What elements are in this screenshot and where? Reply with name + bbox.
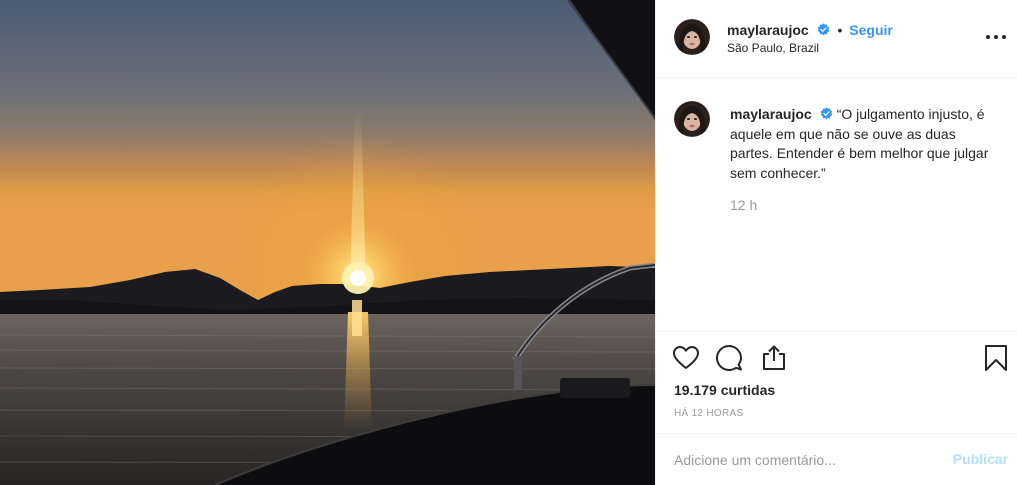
- publish-button[interactable]: Publicar: [953, 451, 1008, 467]
- location-link[interactable]: São Paulo, Brazil: [727, 41, 819, 55]
- bookmark-icon[interactable]: [982, 344, 1010, 372]
- sunset-lake-image: [0, 0, 655, 485]
- post-timestamp[interactable]: HÁ 12 HORAS: [674, 408, 743, 419]
- caption-username-link[interactable]: maylaraujoc: [730, 106, 812, 122]
- comment-input[interactable]: [674, 449, 934, 471]
- username-link[interactable]: maylaraujoc: [727, 22, 809, 38]
- likes-count[interactable]: 19.179 curtidas: [674, 382, 775, 398]
- more-horizontal-icon[interactable]: [986, 30, 1008, 44]
- caption-timestamp[interactable]: 12 h: [730, 197, 757, 213]
- avatar[interactable]: [674, 19, 710, 55]
- verified-badge-icon: [820, 107, 832, 120]
- post-header: maylaraujoc • Seguir São Paulo, Brazil: [656, 0, 1017, 78]
- caption-area: maylaraujoc “O julgamento injusto, é aqu…: [656, 79, 1017, 331]
- instagram-post-modal: maylaraujoc • Seguir São Paulo, Brazil m…: [0, 0, 1017, 485]
- caption-text: maylaraujoc “O julgamento injusto, é aqu…: [730, 105, 1000, 183]
- follow-button[interactable]: Seguir: [849, 22, 893, 38]
- avatar[interactable]: [674, 101, 710, 137]
- share-icon[interactable]: [760, 344, 788, 372]
- heart-icon[interactable]: [672, 344, 700, 372]
- verified-badge-icon: [817, 23, 829, 36]
- post-photo[interactable]: [0, 0, 655, 485]
- comment-icon[interactable]: [715, 344, 743, 372]
- post-details-panel: maylaraujoc • Seguir São Paulo, Brazil m…: [655, 0, 1017, 485]
- post-actions: 19.179 curtidas HÁ 12 HORAS: [656, 331, 1017, 435]
- separator-dot: •: [837, 22, 843, 38]
- add-comment-bar: Publicar: [656, 433, 1017, 485]
